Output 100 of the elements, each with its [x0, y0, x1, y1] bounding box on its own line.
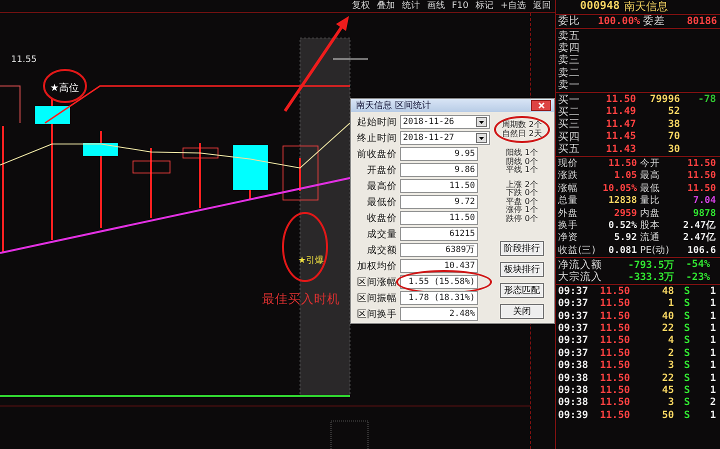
trade-count: 1 — [708, 348, 716, 359]
quote-value: 2.47亿 — [682, 231, 716, 244]
value-field: 61215 — [400, 227, 478, 242]
quote-value: 9878 — [692, 208, 716, 219]
date-select[interactable]: 2018-11-26 — [400, 115, 490, 130]
trade-volume: 45 — [660, 385, 674, 396]
trade-time: 09:37 — [558, 335, 590, 346]
toolbar-item[interactable]: 返回 — [533, 0, 551, 12]
quote-value: 0.52% — [607, 220, 637, 231]
trade-time: 09:38 — [558, 360, 590, 372]
price-step-line — [0, 86, 20, 124]
crosshair-marker — [332, 58, 368, 60]
field-label: 成交量 — [366, 228, 397, 241]
toolbar-item[interactable]: 标记 — [475, 0, 494, 12]
trade-time: 09:37 — [558, 323, 590, 334]
trade-side: S — [682, 348, 690, 359]
trade-time: 09:37 — [558, 286, 590, 297]
dialog-button[interactable]: 关闭 — [500, 304, 544, 319]
dialog-title: 南天信息 区间统计 — [356, 100, 431, 112]
toolbar-item[interactable]: F10 — [452, 0, 468, 12]
field-label: 加权均价 — [356, 260, 397, 273]
value-field: 11.50 — [400, 179, 478, 194]
date-select[interactable]: 2018-11-27 — [400, 131, 490, 146]
bid-volume: 38 — [666, 118, 680, 130]
trade-price: 11.50 — [598, 397, 630, 408]
stat-line: 涨停 1个 — [506, 206, 538, 214]
highlight-ellipse — [282, 212, 328, 282]
quote-label: 最高 — [640, 169, 661, 182]
candlestick — [233, 145, 268, 200]
quote-label: 涨幅 — [558, 182, 579, 195]
quote-label: 量比 — [640, 194, 661, 208]
trade-side: S — [682, 397, 690, 408]
field-label: 最低价 — [366, 196, 397, 209]
toolbar-item[interactable]: 统计 — [402, 0, 420, 12]
quote-value: 11.50 — [686, 170, 716, 182]
field-label: 起始时间 — [356, 116, 397, 129]
value-field: 9.72 — [400, 195, 478, 210]
trade-count: 1 — [708, 310, 716, 322]
dropdown-button[interactable] — [476, 117, 487, 128]
close-button[interactable] — [531, 100, 551, 111]
toolbar-item[interactable]: 复权 — [352, 0, 370, 12]
trade-price: 11.50 — [598, 298, 630, 310]
trade-price: 11.50 — [598, 286, 630, 297]
value-field: 9.86 — [400, 163, 478, 178]
quote-label: 委比 — [558, 14, 581, 28]
trade-time: 09:38 — [558, 372, 590, 384]
quote-value: 11.50 — [686, 158, 716, 169]
trade-side: S — [682, 286, 690, 297]
quote-label: 涨跌 — [558, 169, 579, 182]
trade-time: 09:37 — [558, 310, 590, 322]
quote-label: 现价 — [558, 157, 579, 170]
value-field: 6389万 — [400, 243, 478, 258]
candlestick — [132, 148, 170, 218]
flow-value: -333.3万 — [628, 271, 674, 284]
bid-price: 11.45 — [604, 131, 636, 142]
trade-count: 1 — [708, 335, 716, 346]
trade-time: 09:38 — [558, 385, 590, 396]
stat-line: 自然日 2天 — [502, 130, 542, 138]
trade-count: 1 — [708, 360, 716, 372]
quote-value: 106.6 — [686, 244, 716, 256]
quote-label: 外盘 — [558, 206, 579, 220]
toolbar-item[interactable]: +自选 — [500, 0, 526, 12]
dropdown-button[interactable] — [476, 133, 487, 144]
field-label: 区间涨幅 — [356, 276, 397, 289]
value-field: 10.437 — [400, 259, 478, 274]
trade-volume: 3 — [666, 360, 674, 372]
trade-side: S — [682, 360, 690, 372]
quote-value: 5.92 — [613, 232, 637, 244]
annotation-label: ★高位 — [50, 83, 79, 94]
trade-count: 1 — [708, 372, 716, 384]
order-book-label: 买四 — [558, 130, 581, 144]
quote-value: 10.05% — [602, 182, 637, 194]
stock-code: 000948 — [580, 0, 620, 14]
close-icon — [538, 102, 544, 109]
dialog-button[interactable]: 阶段排行 — [500, 241, 544, 256]
field-label: 前收盘价 — [356, 148, 397, 161]
trade-volume: 22 — [660, 372, 674, 384]
quote-label: 流通 — [640, 231, 661, 244]
trade-volume: 22 — [660, 323, 674, 334]
trade-count: 1 — [708, 286, 716, 297]
field-label: 区间振幅 — [356, 292, 397, 305]
field-label: 收盘价 — [366, 212, 397, 225]
trade-side: S — [682, 372, 690, 384]
dialog-button[interactable]: 形态匹配 — [500, 283, 544, 298]
toolbar-item[interactable]: 画线 — [426, 0, 445, 12]
field-label: 成交额 — [366, 244, 397, 257]
bid-price: 11.50 — [604, 94, 636, 106]
stat-line: 阳线 1个 — [506, 149, 538, 158]
trade-price: 11.50 — [598, 410, 630, 421]
field-label: 开盘价 — [366, 164, 397, 177]
high-price-label: 11.55 — [11, 55, 37, 65]
trade-time: 09:37 — [558, 348, 590, 359]
trade-price: 11.50 — [598, 335, 630, 346]
bid-volume: 79996 — [648, 94, 680, 106]
toolbar-item[interactable]: 叠加 — [376, 0, 395, 12]
quote-value: 11.50 — [607, 158, 637, 169]
quote-value: 11.50 — [686, 182, 716, 194]
dialog-button[interactable]: 板块排行 — [500, 262, 544, 277]
stat-line: 周期数 2个 — [502, 121, 542, 130]
bid-volume: 70 — [666, 131, 680, 142]
